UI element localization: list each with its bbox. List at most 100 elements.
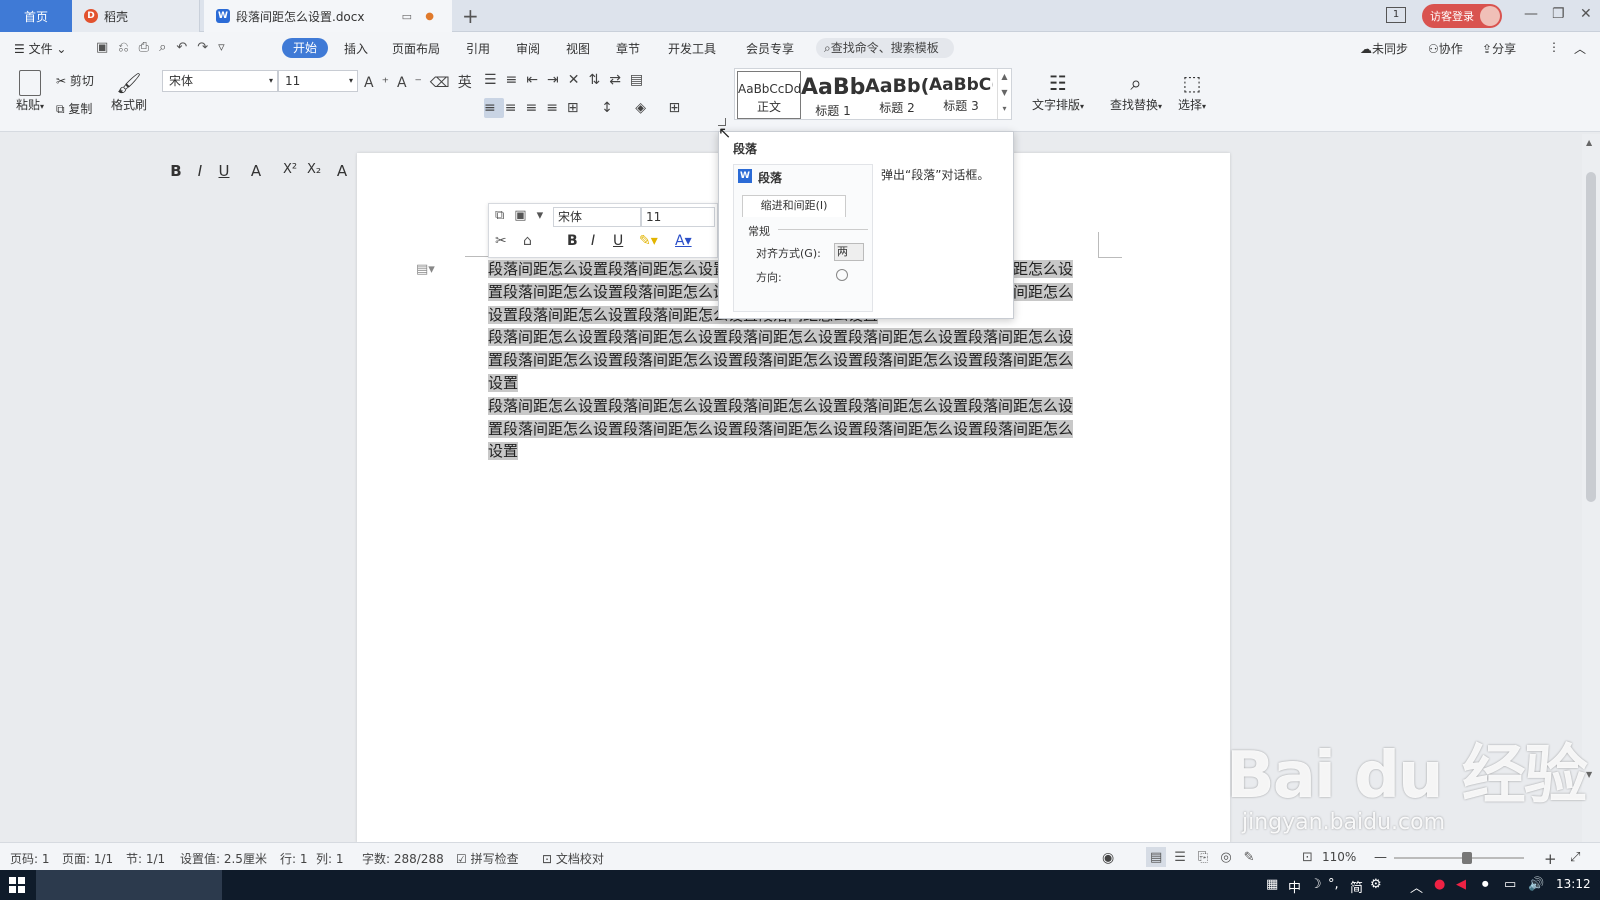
tray-speaker-muted-icon[interactable]: ◀ <box>1456 877 1466 892</box>
spell-check-button[interactable]: ☑ 拼写检查 <box>456 850 519 867</box>
collapse-ribbon-icon[interactable]: ︿ <box>1574 40 1586 57</box>
zoom-in-icon[interactable]: + <box>1544 850 1557 868</box>
format-painter-button[interactable]: 🖌 格式刷 <box>110 70 148 113</box>
mini-brush-icon[interactable]: ⌂ <box>523 233 532 249</box>
zoom-slider[interactable] <box>1394 857 1524 859</box>
tray-network-icon[interactable]: ▭ <box>1504 877 1516 892</box>
format-painter-label: 格式刷 <box>110 98 147 112</box>
find-replace-button[interactable]: ⌕ 查找替换▾ <box>1106 70 1166 113</box>
text-layout-button[interactable]: ☷ 文字排版▾ <box>1028 70 1088 113</box>
zoom-level[interactable]: 110% <box>1322 850 1356 864</box>
restore-icon[interactable]: ❐ <box>1552 6 1565 22</box>
menu-developer[interactable]: 开发工具 <box>668 40 716 57</box>
scroll-down-icon[interactable]: ▼ <box>1586 770 1592 779</box>
menu-review[interactable]: 审阅 <box>516 40 540 57</box>
italic-button[interactable]: I <box>190 162 210 180</box>
zoom-slider-thumb[interactable] <box>1462 852 1472 864</box>
zoom-fit-icon[interactable]: ⊡ <box>1302 850 1313 865</box>
status-word-count[interactable]: 字数: 288/288 <box>362 850 444 867</box>
fullscreen-icon[interactable]: ⤢ <box>1570 850 1580 865</box>
visitor-login-button[interactable]: 访客登录 <box>1422 4 1502 28</box>
view-mode-group[interactable]: ▤☰⎘◎✎ <box>1150 850 1267 865</box>
tray-volume-icon[interactable]: 🔊 <box>1528 877 1544 892</box>
new-tab-button[interactable]: + <box>462 4 479 28</box>
tab-daoke[interactable]: D 稻壳 <box>72 0 200 32</box>
mini-font-size-select[interactable]: 11 <box>641 207 715 227</box>
close-icon[interactable]: ✕ <box>1580 6 1592 22</box>
windows-start-button[interactable] <box>0 870 34 900</box>
menu-page-layout[interactable]: 页面布局 <box>392 40 440 57</box>
share-button[interactable]: ⇪分享 <box>1482 40 1516 57</box>
tab-document[interactable]: W 段落间距怎么设置.docx ▭ ● <box>204 0 452 32</box>
style-heading3[interactable]: AaBbC(标题 3 <box>929 71 993 119</box>
ime-settings-icon[interactable]: ⚙ <box>1370 877 1382 892</box>
avatar <box>1480 6 1500 26</box>
ime-chinese[interactable]: 中 <box>1288 877 1301 896</box>
scroll-up-icon[interactable]: ▲ <box>1586 138 1592 147</box>
ime-simplified[interactable]: 简 <box>1350 877 1363 896</box>
bold-button[interactable]: B <box>166 162 186 180</box>
doc-proof-label: 文档校对 <box>555 852 604 866</box>
mini-highlight-icon[interactable]: ✎▾ <box>639 233 658 249</box>
text-layout-label: 文字排版 <box>1031 98 1080 112</box>
doc-proof-button[interactable]: ⊡ 文档校对 <box>542 850 604 867</box>
tray-expand-icon[interactable]: ︿ <box>1410 877 1423 896</box>
monitor-icon[interactable]: ▭ <box>402 10 412 23</box>
tab-home[interactable]: 首页 <box>0 0 72 32</box>
mini-bold-button[interactable]: B <box>567 233 578 249</box>
ime-moon-icon[interactable]: ☽ <box>1310 877 1322 892</box>
style-gallery-scroll[interactable]: ▲ ▼ ▾ <box>997 69 1011 119</box>
strikethrough-button[interactable]: A <box>246 162 266 180</box>
menu-bar: ☰ 文件 ⌄ ▣⎌⎙⌕↶↷▿ 开始 插入 页面布局 引用 审阅 视图 章节 开发… <box>0 32 1600 64</box>
menu-chapter[interactable]: 章节 <box>616 40 640 57</box>
ime-punct-icon[interactable]: °, <box>1328 877 1339 892</box>
menu-references[interactable]: 引用 <box>466 40 490 57</box>
mini-copy-paste-group[interactable]: ⧉▣▾ <box>495 208 553 223</box>
command-search-input[interactable]: ⌕查找命令、搜索模板 <box>816 38 954 58</box>
quick-access-toolbar[interactable]: ▣⎌⎙⌕↶↷▿ <box>96 40 235 55</box>
menu-start[interactable]: 开始 <box>282 38 328 58</box>
tray-app-icon[interactable]: ● <box>1434 877 1445 892</box>
windows-taskbar: ▦ 中 ☽ °, 简 ⚙ ︿ ● ◀ ⏺ ▭ 🔊 13:12 <box>0 870 1600 900</box>
mini-italic-button[interactable]: I <box>591 233 595 249</box>
select-button[interactable]: ⬚ 选择▾ <box>1172 70 1212 113</box>
superscript-button[interactable]: X² <box>280 162 300 177</box>
zoom-out-icon[interactable]: — <box>1374 850 1387 865</box>
page-indicator-button[interactable]: 1 <box>1386 7 1406 23</box>
style-heading2[interactable]: AaBb(标题 2 <box>865 71 929 119</box>
tray-mic-icon[interactable]: ⏺ <box>1482 877 1489 892</box>
menu-member[interactable]: 会员专享 <box>746 40 794 57</box>
sync-button[interactable]: ☁未同步 <box>1360 40 1408 57</box>
eye-protect-icon[interactable]: ◉ <box>1102 850 1114 866</box>
list-indent-group[interactable]: ☰≡⇤⇥✕⇅⇄▤ <box>484 72 652 88</box>
font-grow-shrink-group[interactable]: A⁺A⁻⌫英 <box>364 72 480 92</box>
menu-insert[interactable]: 插入 <box>344 40 368 57</box>
mini-font-color-button[interactable]: A▾ <box>675 233 692 249</box>
paragraph-handle-icon[interactable]: ▤▾ <box>416 262 435 277</box>
copy-button[interactable]: ⧉ 复制 <box>56 100 92 117</box>
scrollbar-thumb[interactable] <box>1586 172 1596 502</box>
font-name-select[interactable]: 宋体 ▾ <box>162 70 278 92</box>
underline-button[interactable]: U <box>214 162 234 180</box>
mini-underline-button[interactable]: U <box>613 233 623 249</box>
cut-button[interactable]: ✂ 剪切 <box>56 72 94 89</box>
subscript-button[interactable]: X₂ <box>304 162 324 177</box>
taskbar-app[interactable] <box>36 870 222 900</box>
collab-button[interactable]: ⚇协作 <box>1428 40 1463 57</box>
style-heading1[interactable]: AaBb 标题 1 <box>801 71 865 119</box>
file-menu-label: 文件 <box>28 42 53 56</box>
menu-view[interactable]: 视图 <box>566 40 590 57</box>
ime-grid-icon[interactable]: ▦ <box>1266 877 1278 892</box>
text-effect-button[interactable]: A <box>332 162 352 180</box>
tooltip-description: 弹出“段落”对话框。 <box>881 168 990 182</box>
minimize-icon[interactable]: — <box>1524 6 1538 22</box>
file-menu[interactable]: ☰ 文件 ⌄ <box>14 40 66 57</box>
paragraph-align-group[interactable]: ≡≡≡≡⊞ ↕ ◈ ⊞ <box>484 100 689 116</box>
mini-font-name-select[interactable]: 宋体 <box>553 207 641 227</box>
mini-cut-icon[interactable]: ✂ <box>495 233 507 249</box>
paste-button[interactable]: 粘贴▾ <box>14 70 46 113</box>
style-normal[interactable]: AaBbCcDd 正文 <box>737 71 801 119</box>
more-icon[interactable]: ⋮ <box>1548 40 1560 54</box>
font-size-select[interactable]: 11 ▾ <box>278 70 358 92</box>
status-col: 列: 1 <box>316 852 344 866</box>
